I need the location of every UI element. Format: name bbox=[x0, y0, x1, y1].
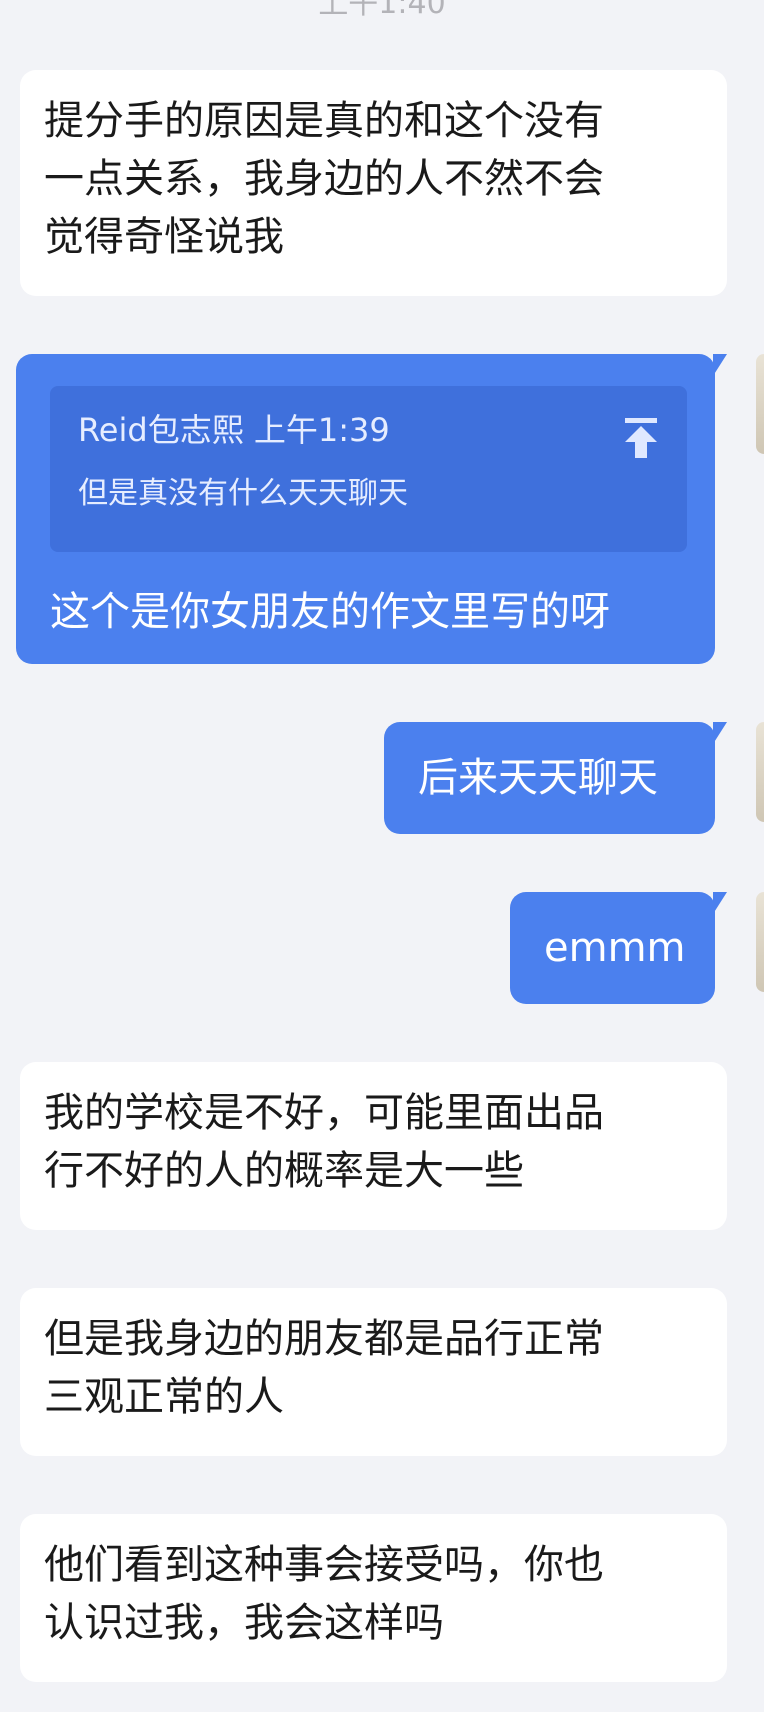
message-bubble-outgoing[interactable]: 后来天天聊天 bbox=[384, 722, 727, 834]
bubble-tail bbox=[713, 722, 727, 744]
message-text: 后来天天聊天 bbox=[418, 755, 658, 801]
quote-time: 上午1:39 bbox=[253, 411, 390, 449]
message-bubble-incoming[interactable]: 他们看到这种事会接受吗，你也 认识过我，我会这样吗 bbox=[20, 1514, 727, 1682]
message-text: 我的学校是不好，可能里面出品 行不好的人的概率是大一些 bbox=[44, 1090, 604, 1194]
avatar[interactable] bbox=[756, 354, 764, 454]
message-bubble-outgoing[interactable]: emmm bbox=[510, 892, 727, 1004]
jump-to-top-icon[interactable] bbox=[621, 416, 661, 460]
message-text: 但是我身边的朋友都是品行正常 三观正常的人 bbox=[44, 1316, 604, 1420]
message-bubble-incoming[interactable]: 提分手的原因是真的和这个没有 一点关系，我身边的人不然不会 觉得奇怪说我 bbox=[20, 70, 727, 296]
message-bubble-outgoing[interactable]: Reid包志熙 上午1:39 但是真没有什么天天聊天 这个是你女朋友的作文里写的… bbox=[16, 354, 727, 664]
quoted-message[interactable]: Reid包志熙 上午1:39 但是真没有什么天天聊天 bbox=[50, 386, 687, 552]
message-bubble-incoming[interactable]: 我的学校是不好，可能里面出品 行不好的人的概率是大一些 bbox=[20, 1062, 727, 1230]
bubble-tail bbox=[713, 354, 727, 376]
quote-sender: Reid包志熙 bbox=[78, 411, 244, 449]
message-text: emmm bbox=[544, 925, 686, 971]
message-text: 他们看到这种事会接受吗，你也 认识过我，我会这样吗 bbox=[44, 1542, 604, 1646]
quote-header: Reid包志熙 上午1:39 bbox=[78, 408, 659, 452]
avatar[interactable] bbox=[756, 722, 764, 822]
bubble-tail bbox=[713, 892, 727, 914]
message-bubble-incoming[interactable]: 但是我身边的朋友都是品行正常 三观正常的人 bbox=[20, 1288, 727, 1456]
message-text: 提分手的原因是真的和这个没有 一点关系，我身边的人不然不会 觉得奇怪说我 bbox=[44, 98, 604, 260]
message-text: 这个是你女朋友的作文里写的呀 bbox=[50, 589, 610, 635]
status-time: 上午1:40 bbox=[318, 0, 446, 21]
avatar[interactable] bbox=[756, 892, 764, 992]
quote-text: 但是真没有什么天天聊天 bbox=[78, 476, 408, 511]
